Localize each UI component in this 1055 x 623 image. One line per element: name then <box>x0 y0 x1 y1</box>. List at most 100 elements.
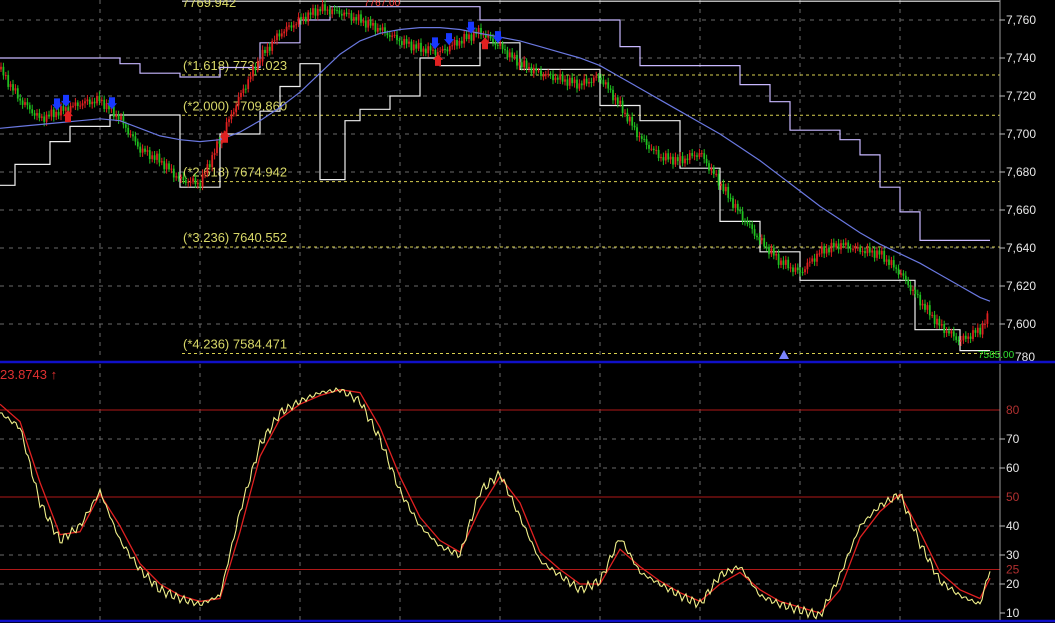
candle-body <box>249 76 252 80</box>
candle-body <box>672 156 674 165</box>
candle-body <box>412 44 415 51</box>
candle-body <box>727 186 730 198</box>
candle-body <box>650 148 653 150</box>
candle-body <box>242 88 245 94</box>
candle-body <box>304 16 307 22</box>
candle-body <box>290 25 293 28</box>
candle-body <box>902 273 905 276</box>
candle-body <box>45 114 48 122</box>
candle-body <box>441 48 444 51</box>
price-axis: 7,760 7,740 7,720 7,700 7,680 7,660 7,640 7,620… <box>999 0 1036 362</box>
candle-body <box>55 111 58 118</box>
candle-body <box>552 74 554 81</box>
candle-body <box>52 109 55 118</box>
candle-body <box>540 70 542 76</box>
candle-body <box>640 136 643 139</box>
candle-body <box>842 243 845 246</box>
candle-body <box>338 10 341 14</box>
candle-body <box>309 12 312 15</box>
fib-level-label: (*2.618) 7674.942 <box>183 165 287 180</box>
candle-body <box>388 35 391 37</box>
candle-body <box>597 76 600 78</box>
fib-level-label: (*1.618) 7731.023 <box>183 58 287 73</box>
candle-body <box>470 34 473 41</box>
candle-body <box>888 259 890 265</box>
candle-body <box>600 77 602 80</box>
candle-body <box>525 60 528 69</box>
price-tick-label: 7,600 <box>1006 317 1036 331</box>
candle-body <box>283 31 286 34</box>
candle-body <box>832 242 835 248</box>
candle-body <box>628 116 631 122</box>
candle-body <box>784 259 787 265</box>
candle-body <box>547 73 550 75</box>
price-tick-label: 7,740 <box>1006 51 1036 65</box>
candle-body <box>549 73 552 75</box>
candle-body <box>643 138 646 140</box>
candle-body <box>374 22 377 32</box>
candle-body <box>981 324 984 335</box>
candle-body <box>240 93 242 97</box>
fib-level-label: (*3.236) 7640.552 <box>183 230 287 245</box>
candle-body <box>40 116 43 118</box>
candle-body <box>261 49 264 62</box>
candle-body <box>328 9 331 15</box>
candle-body <box>979 327 982 335</box>
candle-body <box>789 267 792 269</box>
candle-body <box>758 237 761 241</box>
candle-body <box>566 79 569 86</box>
candle-body <box>861 251 864 253</box>
candle-body <box>230 114 233 120</box>
candle-body <box>691 153 694 156</box>
candle-body <box>218 141 221 144</box>
candle-body <box>693 155 696 157</box>
candle-body <box>595 76 598 78</box>
candle-body <box>928 305 931 316</box>
candle-body <box>201 173 204 187</box>
candle-body <box>698 153 701 157</box>
candle-body <box>825 248 828 254</box>
candle-body <box>96 95 98 104</box>
candle-body <box>38 113 41 118</box>
candle-body <box>285 26 288 32</box>
candle-body <box>868 247 871 253</box>
candle-body <box>333 9 336 11</box>
candle-body <box>657 149 660 159</box>
candle-body <box>669 156 672 160</box>
candle-body <box>890 260 893 265</box>
candle-body <box>619 100 622 104</box>
candle-body <box>91 101 94 105</box>
candle-body <box>880 250 883 255</box>
candle-body <box>254 66 257 71</box>
candle-body <box>638 136 641 138</box>
candle-body <box>172 168 175 178</box>
candle-body <box>636 127 638 138</box>
candle-body <box>652 148 655 151</box>
candle-body <box>60 106 62 116</box>
price-tick-label: 7,700 <box>1006 127 1036 141</box>
price-series <box>0 27 991 302</box>
candle-body <box>2 66 5 76</box>
candle-body <box>273 40 276 42</box>
candle-body <box>88 99 91 105</box>
candle-body <box>787 259 790 269</box>
candle-body <box>621 100 624 113</box>
price-tick-label: 7,760 <box>1006 13 1036 27</box>
candle-body <box>607 82 610 89</box>
candle-body <box>909 285 912 291</box>
candle-body <box>129 134 132 136</box>
candle-body <box>496 44 499 46</box>
candle-body <box>729 197 732 199</box>
candle-body <box>780 260 782 265</box>
candle-body <box>576 79 578 89</box>
candle-body <box>211 155 214 168</box>
candle-body <box>124 124 127 128</box>
candle-body <box>271 41 274 51</box>
candle-body <box>24 102 26 105</box>
candle-body <box>424 48 427 54</box>
candle-body <box>904 275 907 280</box>
candle-body <box>100 99 103 102</box>
candle-body <box>835 243 838 248</box>
candle-body <box>744 220 746 222</box>
candle-body <box>897 268 900 275</box>
